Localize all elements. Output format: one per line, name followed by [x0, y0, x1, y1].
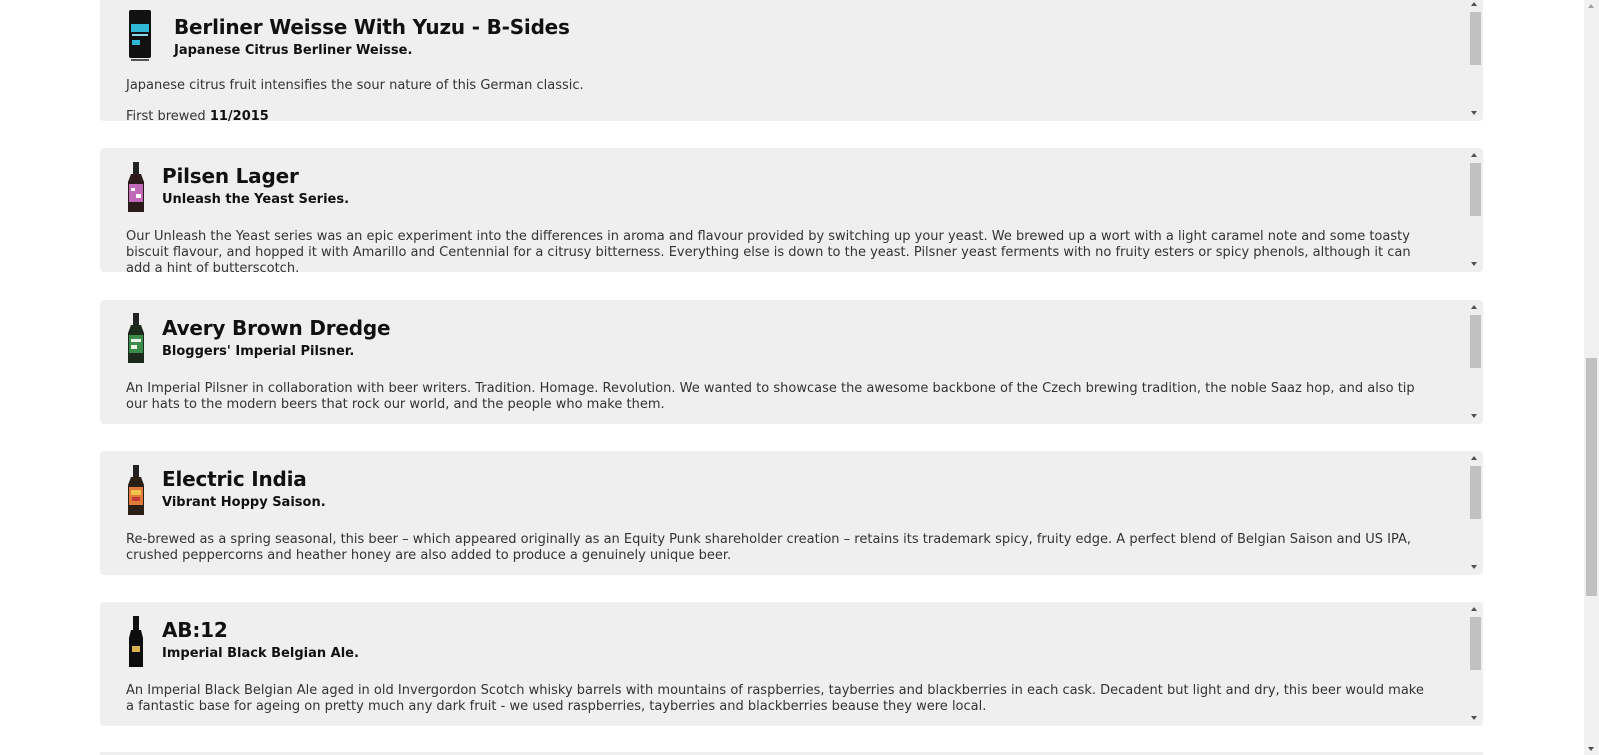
- beer-bottle-icon: [128, 162, 144, 212]
- scroll-thumb[interactable]: [1470, 315, 1481, 368]
- beer-name: Electric India: [162, 467, 307, 491]
- beer-description: An Imperial Black Belgian Ale aged in ol…: [126, 683, 1424, 714]
- scroll-down-arrow-icon[interactable]: [1471, 262, 1477, 266]
- beer-bottle-icon: [128, 465, 144, 515]
- scroll-thumb[interactable]: [1470, 466, 1481, 519]
- scroll-up-arrow-icon[interactable]: [1471, 456, 1477, 460]
- beer-description: An Imperial Pilsner in collaboration wit…: [126, 381, 1415, 412]
- first-brewed-date: 11/2015: [209, 109, 269, 121]
- page-scrollbar[interactable]: [1584, 0, 1599, 755]
- beer-card[interactable]: Pilsen Lager Unleash the Yeast Series. O…: [100, 148, 1483, 272]
- beer-tagline: Bloggers' Imperial Pilsner.: [162, 344, 355, 359]
- beer-tagline: Unleash the Yeast Series.: [162, 192, 350, 207]
- beer-can-icon: [129, 10, 151, 61]
- beer-card[interactable]: Avery Brown Dredge Bloggers' Imperial Pi…: [100, 300, 1483, 424]
- beer-card[interactable]: Electric India Vibrant Hoppy Saison. Re-…: [100, 451, 1483, 575]
- page-scroll-thumb[interactable]: [1586, 358, 1597, 596]
- scroll-down-arrow-icon[interactable]: [1471, 111, 1477, 115]
- beer-name: Pilsen Lager: [162, 164, 299, 188]
- beer-card[interactable]: AB:12 Imperial Black Belgian Ale. An Imp…: [100, 602, 1483, 726]
- beer-name: Berliner Weisse With Yuzu - B-Sides: [174, 15, 570, 39]
- card-scrollbar[interactable]: [1466, 451, 1483, 575]
- beer-description: Our Unleash the Yeast series was an epic…: [126, 229, 1411, 272]
- first-brewed: First brewed 11/2015: [126, 109, 269, 121]
- beer-card-content[interactable]: Pilsen Lager Unleash the Yeast Series. O…: [100, 148, 1466, 272]
- beer-card-content[interactable]: Berliner Weisse With Yuzu - B-Sides Japa…: [100, 0, 1466, 121]
- beer-tagline: Imperial Black Belgian Ale.: [162, 646, 359, 661]
- page-scroll-up-arrow-icon[interactable]: [1588, 4, 1594, 8]
- beer-tagline: Japanese Citrus Berliner Weisse.: [174, 43, 413, 58]
- card-scrollbar[interactable]: [1466, 602, 1483, 726]
- card-scrollbar[interactable]: [1466, 148, 1483, 272]
- scroll-down-arrow-icon[interactable]: [1471, 565, 1477, 569]
- card-scrollbar[interactable]: [1466, 300, 1483, 424]
- beer-name: Avery Brown Dredge: [162, 316, 391, 340]
- scroll-up-arrow-icon[interactable]: [1471, 2, 1477, 6]
- beer-bottle-icon: [128, 313, 144, 363]
- first-brewed-label: First brewed: [126, 109, 206, 121]
- beer-name: AB:12: [162, 618, 228, 642]
- scroll-thumb[interactable]: [1470, 12, 1481, 65]
- beer-card[interactable]: Berliner Weisse With Yuzu - B-Sides Japa…: [100, 0, 1483, 121]
- card-scrollbar[interactable]: [1466, 0, 1483, 121]
- scroll-thumb[interactable]: [1470, 617, 1481, 670]
- scroll-up-arrow-icon[interactable]: [1471, 607, 1477, 611]
- beer-description: Japanese citrus fruit intensifies the so…: [126, 78, 584, 93]
- beer-bottle-icon: [129, 616, 143, 667]
- beer-tagline: Vibrant Hoppy Saison.: [162, 495, 326, 510]
- scroll-down-arrow-icon[interactable]: [1471, 414, 1477, 418]
- scroll-down-arrow-icon[interactable]: [1471, 716, 1477, 720]
- beer-card-content[interactable]: Electric India Vibrant Hoppy Saison. Re-…: [100, 451, 1466, 575]
- beer-description: Re-brewed as a spring seasonal, this bee…: [126, 532, 1412, 563]
- scroll-thumb[interactable]: [1470, 163, 1481, 216]
- scroll-up-arrow-icon[interactable]: [1471, 305, 1477, 309]
- page-scroll-down-arrow-icon[interactable]: [1588, 747, 1594, 751]
- beer-card-content[interactable]: AB:12 Imperial Black Belgian Ale. An Imp…: [100, 602, 1466, 726]
- beer-card-content[interactable]: Avery Brown Dredge Bloggers' Imperial Pi…: [100, 300, 1466, 424]
- scroll-up-arrow-icon[interactable]: [1471, 153, 1477, 157]
